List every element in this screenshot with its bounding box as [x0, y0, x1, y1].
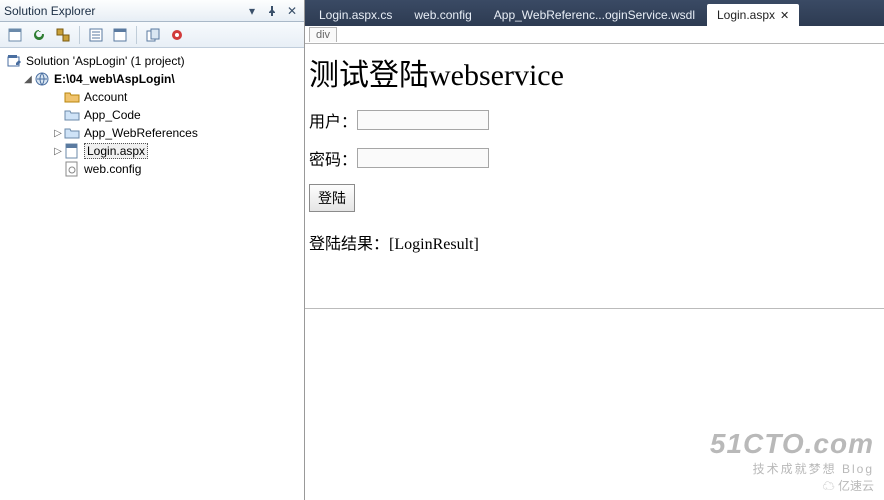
project-label: E:\04_web\AspLogin\ [54, 72, 175, 86]
page-heading: 测试登陆webservice [309, 50, 880, 94]
login-result-row: 登陆结果：[LoginResult] [309, 230, 880, 254]
document-tabstrip: Login.aspx.cs web.config App_WebReferenc… [305, 0, 884, 26]
designer-view-icon[interactable] [109, 24, 131, 46]
toolbar-separator [79, 26, 80, 44]
login-button[interactable]: 登陆 [309, 184, 355, 212]
close-icon[interactable]: ✕ [284, 3, 300, 19]
folder-ref-icon [64, 125, 80, 141]
copy-site-icon[interactable] [142, 24, 164, 46]
folder-code-icon [64, 107, 80, 123]
tab-webconfig[interactable]: web.config [404, 4, 481, 26]
toolbar-separator [136, 26, 137, 44]
panel-toolbar [0, 22, 304, 48]
solution-tree[interactable]: Solution 'AspLogin' (1 project) ◢ E:\04_… [0, 48, 304, 500]
tree-item-account[interactable]: Account [0, 88, 304, 106]
pin-icon[interactable] [264, 3, 280, 19]
solution-icon [6, 53, 22, 69]
user-label: 用户： [309, 108, 357, 132]
expand-icon[interactable]: ▷ [52, 128, 64, 139]
tree-item-appcode[interactable]: App_Code [0, 106, 304, 124]
collapse-icon[interactable]: ◢ [22, 74, 34, 85]
tab-login-aspx[interactable]: Login.aspx✕ [707, 4, 799, 26]
solution-explorer-panel: Solution Explorer ▾ ✕ Solution 'AspLogin… [0, 0, 305, 500]
user-input[interactable] [357, 110, 489, 130]
result-placeholder: [LoginResult] [389, 236, 479, 253]
properties-icon[interactable] [4, 24, 26, 46]
panel-title: Solution Explorer [4, 4, 240, 18]
tag-breadcrumb[interactable]: div [309, 27, 337, 42]
config-file-icon [64, 161, 80, 177]
divider-line [305, 308, 884, 309]
tag-navigator: div [305, 26, 884, 44]
editor-area: Login.aspx.cs web.config App_WebReferenc… [305, 0, 884, 500]
code-view-icon[interactable] [85, 24, 107, 46]
expand-icon[interactable]: ▷ [52, 146, 64, 157]
project-icon [34, 71, 50, 87]
tab-wsdl[interactable]: App_WebReferenc...oginService.wsdl [484, 4, 705, 26]
result-prefix: 登陆结果： [309, 236, 389, 253]
folder-icon [64, 89, 80, 105]
project-node[interactable]: ◢ E:\04_web\AspLogin\ [0, 70, 304, 88]
config-icon[interactable] [166, 24, 188, 46]
panel-titlebar: Solution Explorer ▾ ✕ [0, 0, 304, 22]
solution-label: Solution 'AspLogin' (1 project) [26, 54, 185, 68]
dropdown-icon[interactable]: ▾ [244, 3, 260, 19]
tree-item-appwebref[interactable]: ▷ App_WebReferences [0, 124, 304, 142]
aspx-file-icon [64, 143, 80, 159]
password-label: 密码： [309, 146, 357, 170]
design-surface[interactable]: 测试登陆webservice 用户： 密码： 登陆 登陆结果：[LoginRes… [305, 44, 884, 500]
solution-node[interactable]: Solution 'AspLogin' (1 project) [0, 52, 304, 70]
tree-item-webconfig[interactable]: web.config [0, 160, 304, 178]
refresh-icon[interactable] [28, 24, 50, 46]
tree-item-login[interactable]: ▷ Login.aspx [0, 142, 304, 160]
password-input[interactable] [357, 148, 489, 168]
close-icon[interactable]: ✕ [780, 9, 789, 22]
tab-login-cs[interactable]: Login.aspx.cs [309, 4, 402, 26]
nest-icon[interactable] [52, 24, 74, 46]
